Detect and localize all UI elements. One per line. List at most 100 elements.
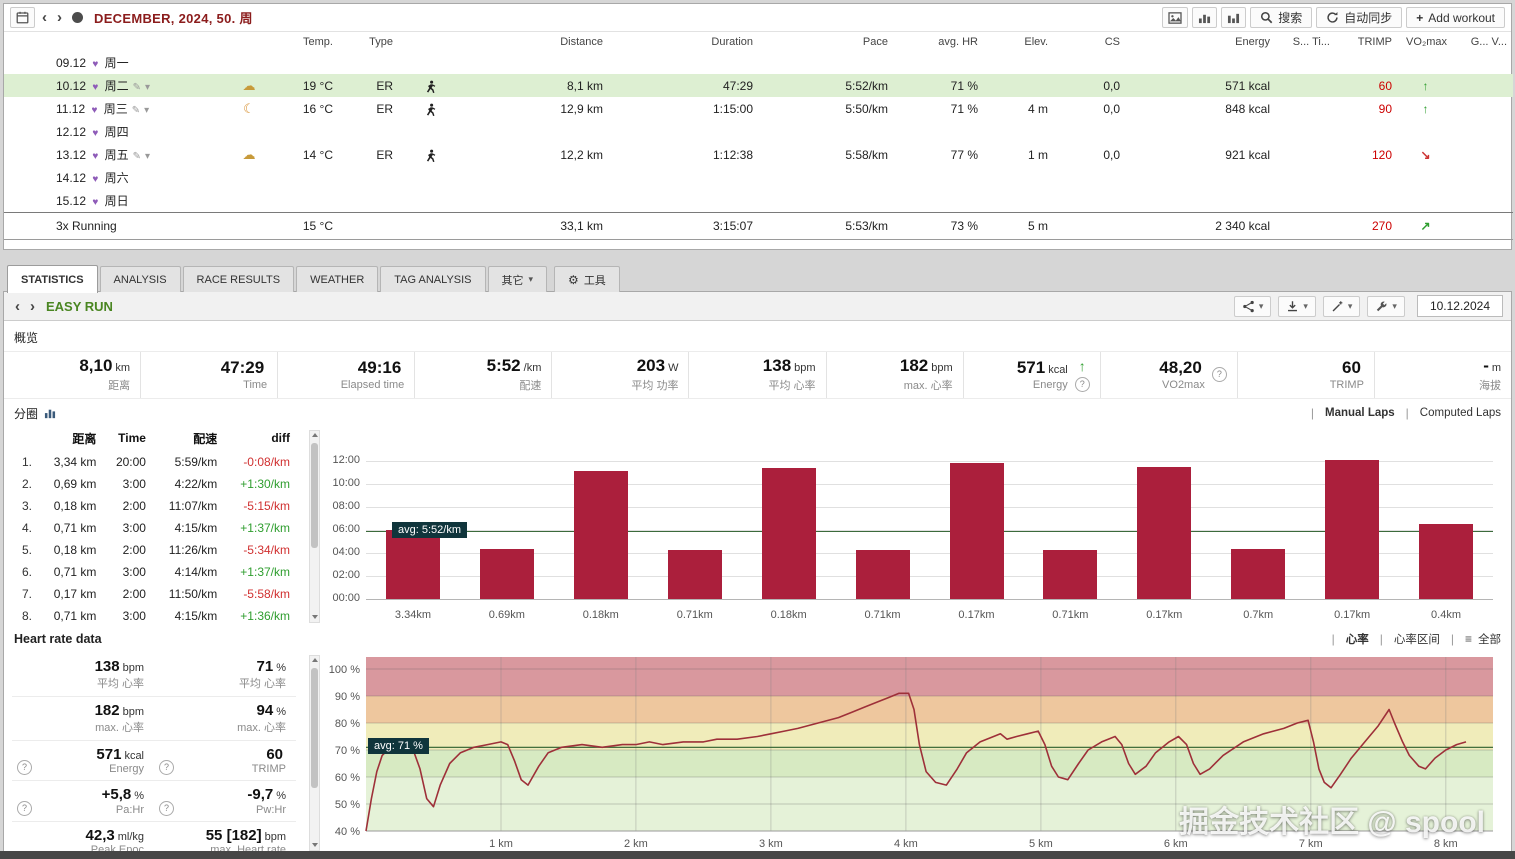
next-week-button[interactable]: ›: [54, 10, 65, 25]
week-row[interactable]: 13.12 ♥ 周五✎▾☁14 °CER12,2 km1:12:385:58/k…: [4, 143, 1513, 166]
date-cell[interactable]: 11.12 ♥ 周三✎▾: [4, 97, 229, 120]
lap-bar[interactable]: [950, 463, 1004, 599]
edit-icon[interactable]: ✎: [132, 105, 140, 116]
scroll-up-icon[interactable]: [312, 658, 318, 662]
column-header: Temp.: [269, 32, 339, 51]
lap-bar[interactable]: [1325, 460, 1379, 599]
help-icon[interactable]: [159, 801, 174, 816]
workout-date[interactable]: 10.12.2024: [1417, 295, 1503, 317]
search-button[interactable]: 搜索: [1250, 7, 1312, 28]
row-menu-icon[interactable]: ▾: [145, 82, 150, 93]
week-row[interactable]: 10.12 ♥ 周二✎▾☁19 °CER8,1 km47:295:52/km71…: [4, 74, 1513, 97]
prev-workout-button[interactable]: ‹: [12, 299, 23, 314]
lap-distance: 0,18 km: [38, 495, 102, 517]
lap-distance: 0,71 km: [38, 561, 102, 583]
lap-bar[interactable]: [1043, 550, 1097, 599]
edit-icon[interactable]: ✎: [133, 82, 141, 93]
tab-tools[interactable]: ⚙工具: [554, 266, 620, 292]
scroll-up-icon[interactable]: [312, 433, 318, 437]
scroll-down-icon[interactable]: [312, 843, 318, 847]
lap-row[interactable]: 2.0,69 km3:004:22/km+1:30/km: [12, 473, 296, 495]
elevation-tools-button[interactable]: ▾: [1323, 296, 1361, 317]
lap-bar[interactable]: [762, 468, 816, 599]
week-cell: [399, 74, 459, 97]
hr-stats-container: 138bpm平均 心率71%平均 心率182bpmmax. 心率94%max. …: [12, 653, 320, 853]
date-cell[interactable]: 12.12 ♥ 周四: [4, 120, 229, 143]
week-row[interactable]: 14.12 ♥ 周六: [4, 166, 1513, 189]
lap-bar[interactable]: [1231, 549, 1285, 599]
week-row[interactable]: 12.12 ♥ 周四: [4, 120, 1513, 143]
laps-chart-icon[interactable]: [44, 408, 56, 419]
lap-row[interactable]: 8.0,71 km3:004:15/km+1:36/km: [12, 605, 296, 625]
add-workout-button[interactable]: + Add workout: [1406, 7, 1505, 28]
lap-bar[interactable]: [386, 530, 440, 599]
tab-analysis[interactable]: ANALYSIS: [100, 266, 181, 292]
week-row[interactable]: 11.12 ♥ 周三✎▾☾16 °CER12,9 km1:15:005:50/k…: [4, 97, 1513, 120]
row-menu-icon[interactable]: ▾: [145, 151, 150, 162]
download-icon: [1286, 300, 1299, 313]
week-cell: [229, 213, 269, 240]
stat-label: TRIMP: [1330, 379, 1364, 391]
prev-week-button[interactable]: ‹: [39, 10, 50, 25]
date-cell[interactable]: 13.12 ♥ 周五✎▾: [4, 143, 229, 166]
date-cell[interactable]: 10.12 ♥ 周二✎▾: [4, 74, 229, 97]
date-cell[interactable]: 15.12 ♥ 周日: [4, 189, 229, 213]
chart-view-button-2[interactable]: [1221, 7, 1246, 28]
manual-laps-link[interactable]: Manual Laps: [1325, 407, 1395, 419]
date-cell[interactable]: 09.12 ♥ 周一: [4, 51, 229, 74]
date-cell[interactable]: 14.12 ♥ 周六: [4, 166, 229, 189]
tab-tag-analysis[interactable]: TAG ANALYSIS: [380, 266, 485, 292]
help-icon[interactable]: [17, 801, 32, 816]
lap-row[interactable]: 4.0,71 km3:004:15/km+1:37/km: [12, 517, 296, 539]
next-workout-button[interactable]: ›: [27, 299, 38, 314]
lap-bar[interactable]: [668, 550, 722, 599]
lap-number: 7.: [12, 583, 38, 605]
lap-row[interactable]: 5.0,18 km2:0011:26/km-5:34/km: [12, 539, 296, 561]
week-cell: [459, 189, 609, 213]
share-menu-button[interactable]: ▾: [1234, 296, 1272, 317]
export-menu-button[interactable]: ▾: [1278, 296, 1316, 317]
scrollbar-thumb[interactable]: [311, 443, 318, 548]
week-cell: [1054, 213, 1126, 240]
scroll-down-icon[interactable]: [312, 615, 318, 619]
lap-bar[interactable]: [574, 471, 628, 599]
magic-wand-icon: [1331, 300, 1344, 313]
week-row[interactable]: 09.12 ♥ 周一: [4, 51, 1513, 74]
lap-row[interactable]: 7.0,17 km2:0011:50/km-5:58/km: [12, 583, 296, 605]
tab-statistics[interactable]: STATISTICS: [7, 265, 98, 293]
trend-up-icon: ↑: [1079, 358, 1086, 374]
tab-more[interactable]: 其它▾: [488, 266, 548, 292]
auto-sync-button[interactable]: 自动同步: [1316, 7, 1402, 28]
week-cell: [984, 74, 1054, 97]
tab-weather[interactable]: WEATHER: [296, 266, 378, 292]
lap-row[interactable]: 6.0,71 km3:004:14/km+1:37/km: [12, 561, 296, 583]
lap-row[interactable]: 1.3,34 km20:005:59/km-0:08/km: [12, 451, 296, 473]
help-icon[interactable]: [159, 760, 174, 775]
calendar-icon: [16, 11, 29, 24]
edit-icon[interactable]: ✎: [133, 151, 141, 162]
sync-icon: [1326, 11, 1339, 24]
lap-bar-label: 0.18km: [742, 609, 836, 621]
lap-bar[interactable]: [480, 549, 534, 599]
tab-race-results[interactable]: RACE RESULTS: [183, 266, 295, 292]
hr-all-link[interactable]: 全部: [1478, 631, 1501, 647]
hr-scrollbar[interactable]: [309, 655, 320, 851]
lap-bar[interactable]: [856, 550, 910, 599]
hr-zones-link[interactable]: 心率区间: [1394, 631, 1440, 647]
help-icon[interactable]: [17, 760, 32, 775]
hr-link[interactable]: 心率: [1346, 631, 1369, 647]
help-icon[interactable]: [1212, 367, 1227, 382]
edit-tools-button[interactable]: ▾: [1367, 296, 1405, 317]
calendar-button[interactable]: [10, 7, 35, 28]
laps-scrollbar[interactable]: [309, 430, 320, 623]
lap-bar[interactable]: [1137, 467, 1191, 599]
scrollbar-thumb[interactable]: [311, 668, 318, 788]
chart-view-button[interactable]: [1192, 7, 1217, 28]
row-menu-icon[interactable]: ▾: [144, 105, 149, 116]
lap-row[interactable]: 3.0,18 km2:0011:07/km-5:15/km: [12, 495, 296, 517]
help-icon[interactable]: [1075, 377, 1090, 392]
lap-bar[interactable]: [1419, 524, 1473, 599]
image-view-button[interactable]: [1162, 7, 1188, 28]
week-row[interactable]: 15.12 ♥ 周日: [4, 189, 1513, 213]
computed-laps-link[interactable]: Computed Laps: [1420, 407, 1501, 419]
